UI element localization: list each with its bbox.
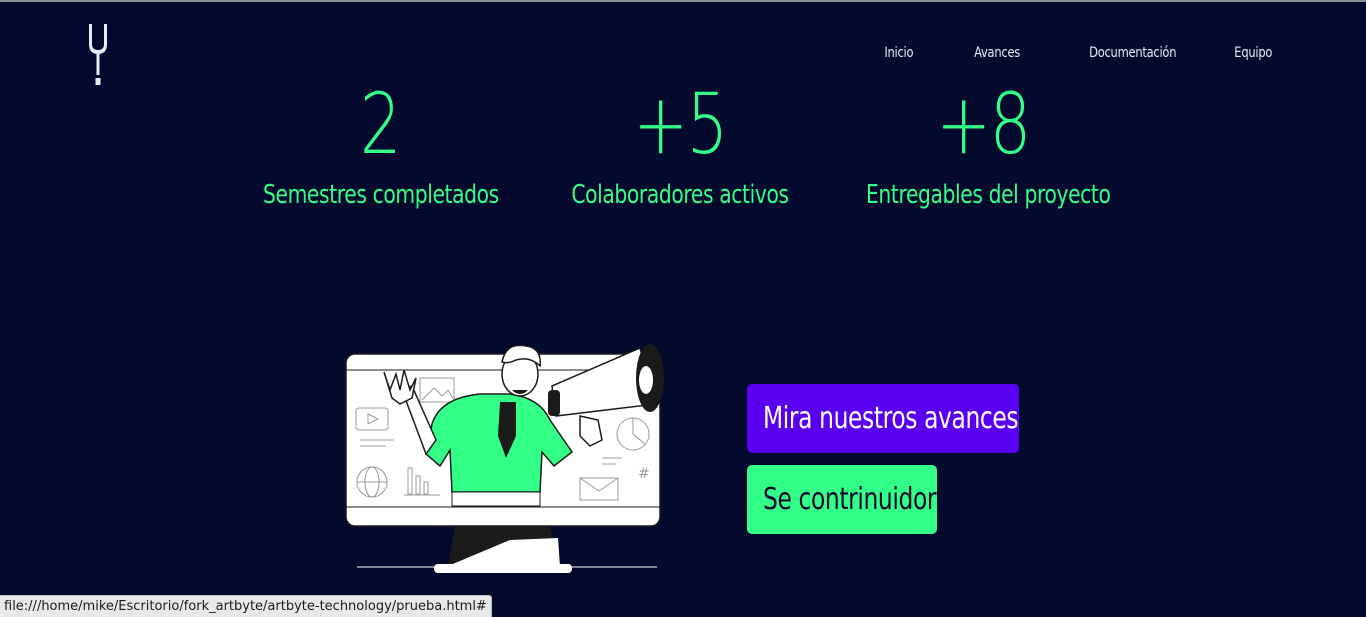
view-progress-button-label: Mira nuestros avances [763,401,1019,436]
stat-colaboradores: +5 Colaboradores activos [530,82,830,210]
nav-item-avances[interactable]: Avances [974,45,1020,61]
svg-text:#: # [638,466,650,482]
contribute-button[interactable]: Se contrinuidor [747,465,937,534]
megaphone-illustration-icon: # [345,344,664,573]
nav-item-documentacion[interactable]: Documentación [1089,45,1176,61]
page: Inicio Avances Documentación Equipo 2 Se… [0,0,1366,617]
stat-value: +8 [936,75,1031,173]
contribute-button-label: Se contrinuidor [763,482,937,517]
stat-label: Semestres completados [263,180,499,210]
stat-value: +5 [633,75,728,173]
window-top-border [0,0,1366,2]
view-progress-button[interactable]: Mira nuestros avances [747,384,1019,453]
stat-value: 2 [359,75,402,173]
stat-label: Entregables del proyecto [866,180,1111,210]
main-nav: Inicio Avances Documentación Equipo [828,45,1273,61]
nav-item-inicio[interactable]: Inicio [885,45,914,61]
nav-item-equipo[interactable]: Equipo [1234,45,1272,61]
tuning-fork-logo-icon[interactable] [86,22,110,86]
stat-semestres: 2 Semestres completados [230,82,530,210]
stat-label: Colaboradores activos [571,180,789,210]
browser-status-url: file:///home/mike/Escritorio/fork_artbyt… [0,595,492,617]
stat-entregables: +8 Entregables del proyecto [833,82,1133,210]
